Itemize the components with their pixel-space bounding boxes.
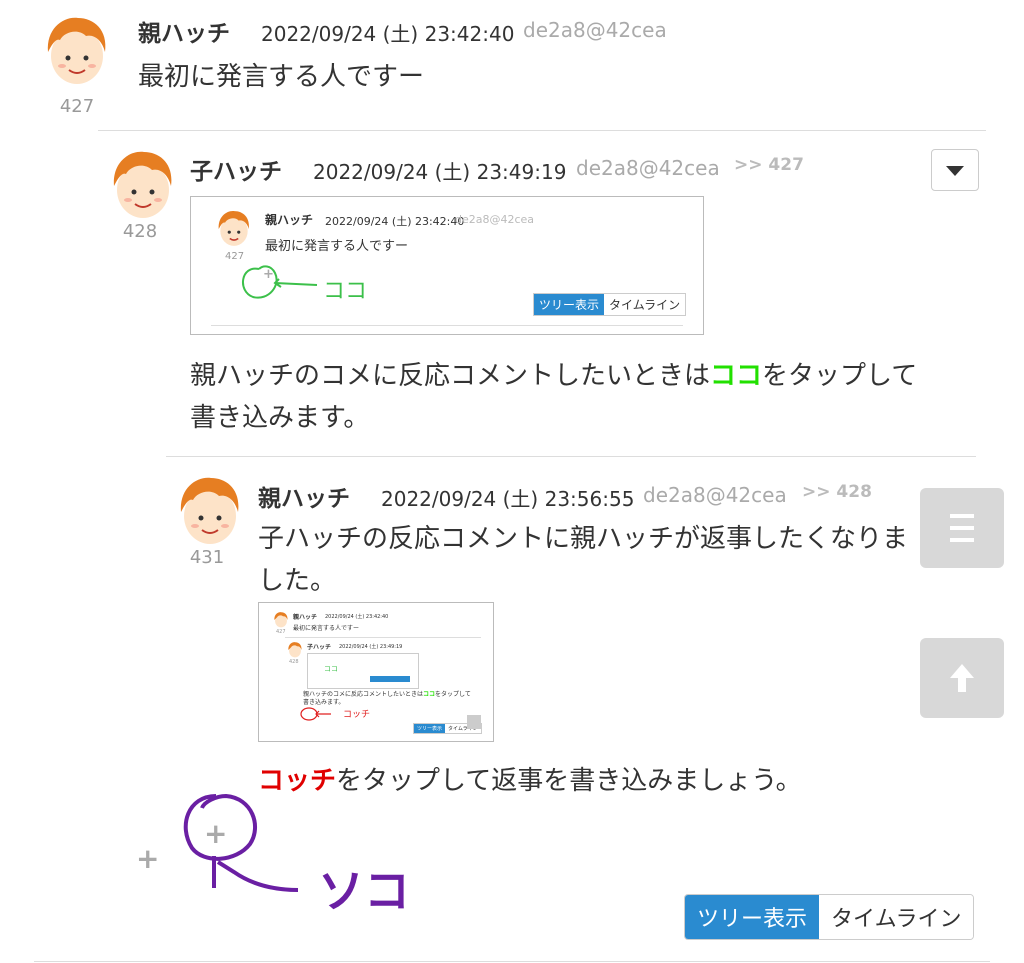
avatar-icon[interactable] [42, 14, 112, 90]
menu-button[interactable] [920, 488, 1004, 568]
attached-image[interactable]: 427 親ハッチ 2022/09/24 (土) 23:42:40 最初に発言する… [258, 602, 494, 742]
post-number[interactable]: 428 [110, 221, 170, 242]
tab-timeline[interactable]: タイムライン [819, 895, 974, 939]
post-body: 子ハッチの反応コメントに親ハッチが返事したくなりま した。 [258, 524, 909, 596]
author-name: 親ハッチ [138, 21, 230, 47]
post-number[interactable]: 427 [47, 96, 107, 117]
divider [34, 961, 990, 962]
reply-link[interactable]: >> 428 [802, 482, 872, 502]
attached-image[interactable]: 427 親ハッチ 2022/09/24 (土) 23:42:40 de2a8@4… [190, 196, 704, 335]
post-number[interactable]: 431 [177, 547, 237, 568]
divider [166, 456, 976, 457]
annotation-circle [242, 265, 318, 299]
post-body: 親ハッチのコメに反応コメントしたいときはココをタップして 書き込みます。 [190, 361, 918, 433]
post-date: 2022/09/24 (土) 23:56:55 [381, 487, 635, 511]
view-toggle: ツリー表示 タイムライン [684, 894, 975, 940]
post-date: 2022/09/24 (土) 23:42:40 [261, 22, 515, 46]
tab-tree-view[interactable]: ツリー表示 [685, 895, 820, 939]
avatar-icon [218, 210, 249, 246]
scroll-top-button[interactable] [920, 638, 1004, 718]
annotation-text: ソコ [318, 864, 410, 918]
arrow-up-icon [950, 664, 974, 692]
post-date: 2022/09/24 (土) 23:49:19 [313, 160, 567, 184]
avatar-icon[interactable] [175, 474, 245, 550]
user-id: de2a8@42cea [576, 156, 720, 180]
chevron-down-icon [946, 166, 964, 176]
divider [98, 130, 986, 131]
avatar-icon[interactable] [108, 148, 178, 224]
post-body: 最初に発言する人ですー [138, 62, 425, 92]
menu-icon [950, 514, 974, 542]
plus-icon[interactable]: + [136, 845, 159, 873]
author-name: 子ハッチ [190, 159, 282, 185]
author-name: 親ハッチ [258, 486, 350, 512]
reply-link[interactable]: >> 427 [734, 155, 804, 175]
post-menu-button[interactable] [931, 149, 979, 191]
user-id: de2a8@42cea [643, 483, 787, 507]
user-id: de2a8@42cea [523, 18, 667, 42]
